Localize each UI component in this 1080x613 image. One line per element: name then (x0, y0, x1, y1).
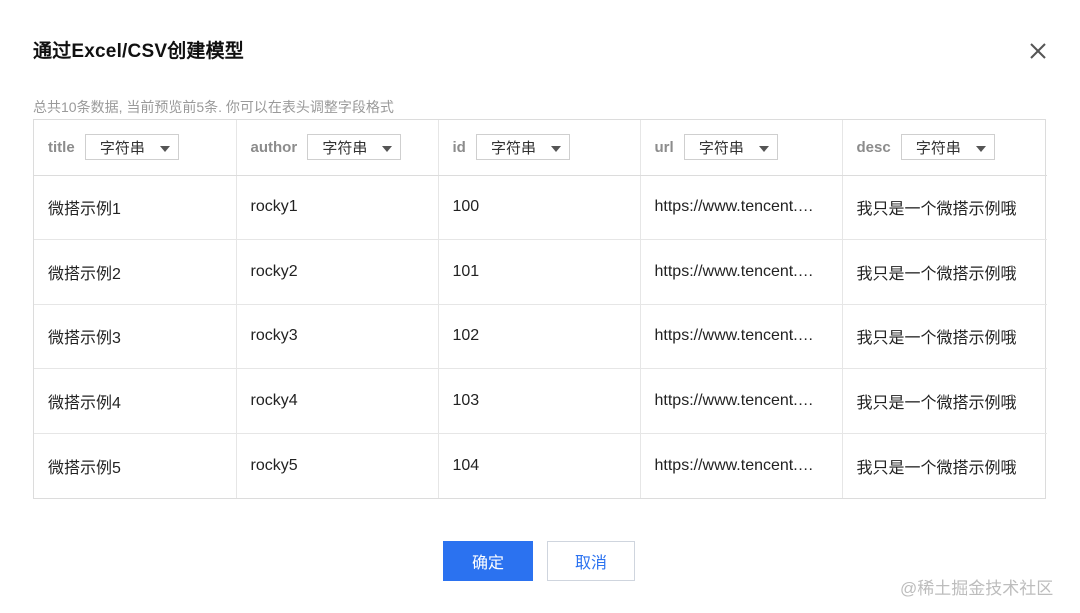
table-header-row: title 字符串 author 字符串 id 字符串 url 字符串 desc… (34, 120, 1047, 176)
type-select[interactable]: 字符串 (683, 134, 778, 161)
preview-table: title 字符串 author 字符串 id 字符串 url 字符串 desc… (33, 119, 1047, 499)
table-row: 微搭示例2 rocky2 101 https://www.tencent.… 我… (34, 239, 1047, 305)
table-cell: rocky3 (236, 304, 439, 369)
chevron-down-icon (758, 145, 769, 152)
column-name: id (452, 138, 466, 156)
table-cell: https://www.tencent.… (640, 304, 843, 369)
chevron-down-icon (382, 145, 393, 152)
table-cell: 微搭示例2 (34, 239, 237, 305)
confirm-button[interactable]: 确定 (443, 541, 533, 581)
table-cell: 我只是一个微搭示例哦 (856, 395, 1017, 413)
table-cell: 我只是一个微搭示例哦 (856, 330, 1017, 348)
column-name: url (654, 138, 674, 156)
column-name: desc (856, 138, 891, 156)
column-header-title: title 字符串 (34, 120, 237, 176)
cancel-button[interactable]: 取消 (547, 541, 635, 581)
type-select[interactable]: 字符串 (900, 134, 995, 161)
table-cell: 微搭示例1 (34, 175, 237, 240)
column-header-url: url 字符串 (640, 120, 843, 176)
table-cell: https://www.tencent.… (640, 175, 843, 240)
type-select-value: 字符串 (99, 139, 145, 157)
table-cell: 微搭示例3 (34, 304, 237, 369)
column-name: author (250, 138, 298, 156)
watermark: @稀土掘金技术社区 (900, 579, 1054, 598)
chevron-down-icon (975, 145, 986, 152)
table-cell: 100 (438, 175, 641, 240)
table-cell: rocky4 (236, 368, 439, 434)
column-header-id: id 字符串 (438, 120, 641, 176)
close-icon[interactable] (1025, 38, 1051, 64)
type-select[interactable]: 字符串 (84, 134, 179, 161)
type-select[interactable]: 字符串 (307, 134, 402, 161)
table-cell: rocky5 (236, 433, 439, 498)
table-row: 微搭示例3 rocky3 102 https://www.tencent.… 我… (34, 304, 1047, 369)
column-header-desc: desc 字符串 (842, 120, 1047, 176)
chevron-down-icon (551, 145, 562, 152)
column-header-author: author 字符串 (236, 120, 439, 176)
chevron-down-icon (159, 145, 170, 152)
table-cell: 我只是一个微搭示例哦 (856, 459, 1017, 477)
table-cell: https://www.tencent.… (640, 239, 843, 305)
type-select-value: 字符串 (698, 139, 744, 157)
table-cell: https://www.tencent.… (640, 368, 843, 434)
table-cell: rocky2 (236, 239, 439, 305)
type-select-value: 字符串 (915, 139, 961, 157)
preview-hint: 总共10条数据, 当前预览前5条. 你可以在表头调整字段格式 (33, 99, 394, 115)
column-name: title (48, 138, 75, 156)
type-select-value: 字符串 (322, 139, 368, 157)
table-row: 微搭示例4 rocky4 103 https://www.tencent.… 我… (34, 368, 1047, 434)
create-model-dialog: 通过Excel/CSV创建模型 总共10条数据, 当前预览前5条. 你可以在表头… (0, 0, 1080, 613)
table-cell: 101 (438, 239, 641, 305)
table-cell: 微搭示例4 (34, 368, 237, 434)
table-cell: 我只是一个微搭示例哦 (856, 265, 1017, 283)
table-cell: rocky1 (236, 175, 439, 240)
type-select-value: 字符串 (491, 139, 537, 157)
table-cell: 103 (438, 368, 641, 434)
table-row: 微搭示例1 rocky1 100 https://www.tencent.… 我… (34, 175, 1047, 240)
type-select[interactable]: 字符串 (476, 134, 571, 161)
dialog-title: 通过Excel/CSV创建模型 (33, 41, 244, 62)
table-cell: 我只是一个微搭示例哦 (856, 201, 1017, 219)
table-cell: 104 (438, 433, 641, 498)
table-cell: 微搭示例5 (34, 433, 237, 498)
table-row: 微搭示例5 rocky5 104 https://www.tencent.… 我… (34, 433, 1047, 498)
table-cell: https://www.tencent.… (640, 433, 843, 498)
table-cell: 102 (438, 304, 641, 369)
